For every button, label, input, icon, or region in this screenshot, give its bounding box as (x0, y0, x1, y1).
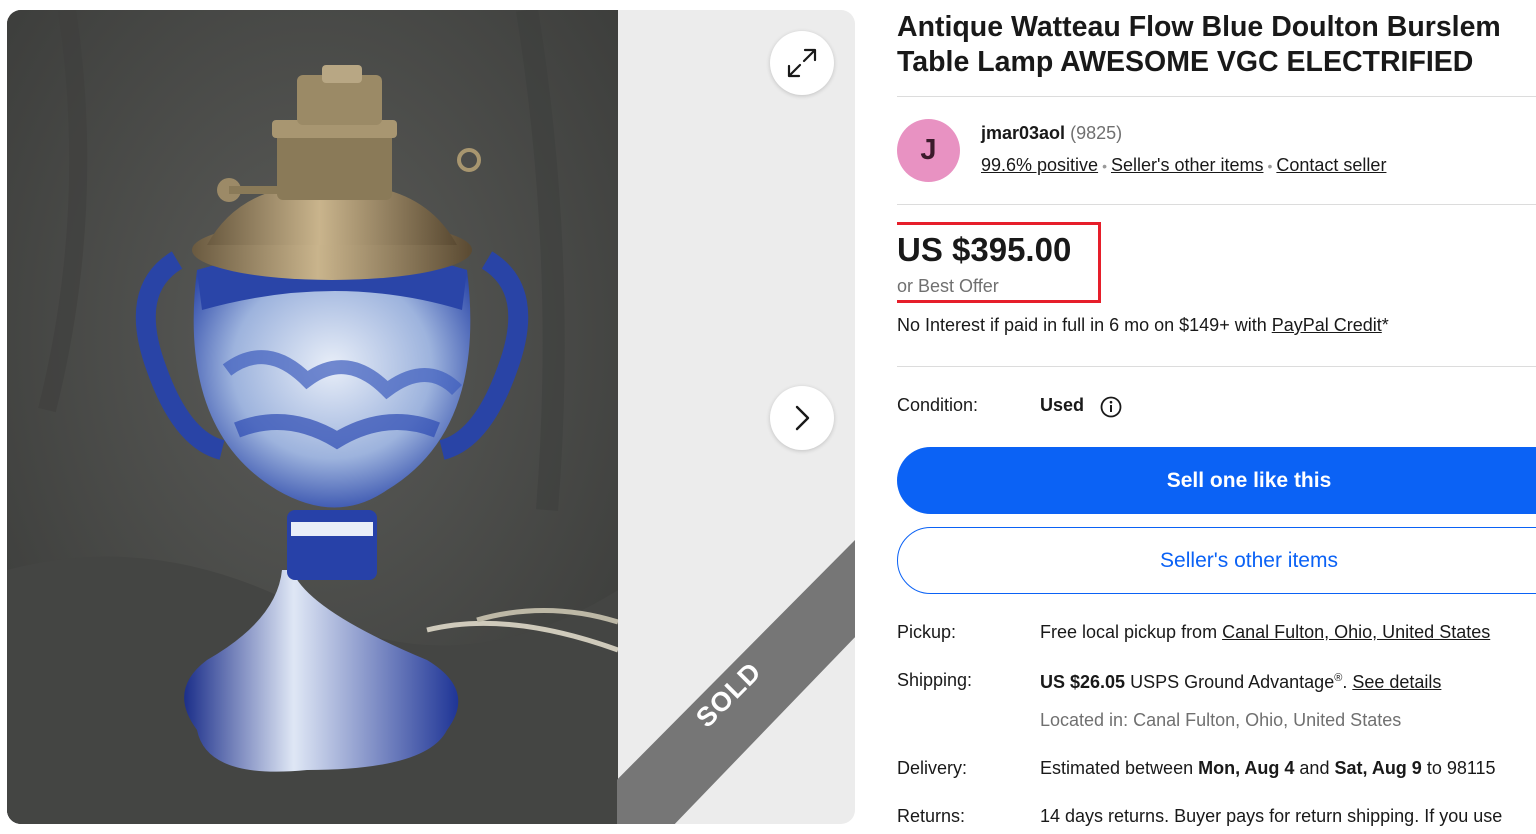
shipping-label: Shipping: (897, 670, 973, 690)
separator-dot: • (1102, 158, 1107, 174)
delivery-value: Estimated between Mon, Aug 4 and Sat, Au… (1040, 758, 1496, 779)
product-photo[interactable] (7, 10, 618, 824)
shipping-value: US $26.05 USPS Ground Advantage®. See de… (1040, 672, 1441, 693)
seller-links: 99.6% positive • Seller's other items • Cont… (981, 155, 1386, 176)
delivery-start: Mon, Aug 4 (1198, 758, 1295, 778)
financing-asterisk: * (1381, 315, 1389, 335)
sellers-other-items-button[interactable]: Seller's other items (897, 527, 1536, 594)
seller-other-items-link[interactable]: Seller's other items (1111, 155, 1264, 175)
seller-avatar[interactable]: J (897, 119, 960, 182)
delivery-and: and (1294, 758, 1335, 778)
chevron-right-icon (795, 405, 810, 431)
listing-title: Antique Watteau Flow Blue Doulton Bursle… (897, 10, 1536, 80)
see-details-link[interactable]: See details (1352, 672, 1441, 692)
listing-title-line-2: Table Lamp AWESOME VGC ELECTRIFIED (897, 46, 1474, 78)
expand-arrows-icon (787, 48, 817, 78)
listing-title-line-1: Antique Watteau Flow Blue Doulton Bursle… (897, 11, 1501, 43)
returns-label: Returns: (897, 806, 966, 826)
financing-text: No Interest if paid in full in 6 mo on $… (897, 315, 1272, 335)
divider (897, 204, 1536, 205)
expand-image-button[interactable] (770, 31, 834, 95)
seller-feedback-link[interactable]: 99.6% positive (981, 155, 1098, 175)
pickup-text: Free local pickup from (1040, 622, 1223, 642)
sellers-other-items-label: Seller's other items (1160, 548, 1338, 572)
item-location: Located in: Canal Fulton, Ohio, United S… (1040, 710, 1402, 730)
seller-name-link[interactable]: jmar03aol (981, 123, 1065, 143)
sell-one-like-this-button[interactable]: Sell one like this (897, 447, 1536, 514)
image-gallery: SOLD (7, 10, 855, 824)
item-details-panel: Antique Watteau Flow Blue Doulton Bursle… (897, 0, 1536, 834)
returns-value: 14 days returns. Buyer pays for return s… (1040, 806, 1503, 826)
delivery-zip: to 98115 (1421, 758, 1496, 778)
divider (897, 96, 1536, 97)
info-icon[interactable] (1100, 396, 1122, 418)
condition-value: Used (1040, 395, 1085, 415)
delivery-prefix: Estimated between (1040, 758, 1199, 778)
financing-info: No Interest if paid in full in 6 mo on $… (897, 315, 1389, 336)
condition-label: Condition: (897, 395, 979, 415)
contact-seller-link[interactable]: Contact seller (1276, 155, 1386, 175)
pickup-value: Free local pickup from Canal Fulton, Ohi… (1040, 622, 1490, 643)
shipping-cost: US $26.05 (1040, 672, 1126, 692)
shipping-service: USPS Ground Advantage (1125, 672, 1335, 692)
paypal-credit-link[interactable]: PayPal Credit (1272, 315, 1382, 335)
separator-dot: • (1267, 158, 1273, 174)
next-image-button[interactable] (770, 386, 834, 450)
best-offer-label: or Best Offer (897, 276, 999, 296)
shipping-period: . (1342, 672, 1353, 692)
pickup-location-link[interactable]: Canal Fulton, Ohio, United States (1222, 622, 1490, 642)
item-price: US $395.00 (897, 231, 1072, 268)
delivery-label: Delivery: (897, 758, 968, 778)
divider (897, 366, 1536, 367)
lamp-illustration (7, 10, 618, 824)
seller-feedback-count: (9825) (1070, 123, 1123, 143)
sell-one-like-this-label: Sell one like this (1166, 468, 1332, 492)
pickup-label: Pickup: (897, 622, 957, 642)
delivery-end: Sat, Aug 9 (1334, 758, 1422, 778)
avatar-initial: J (920, 134, 937, 166)
seller-info: jmar03aol (9825) (981, 123, 1122, 144)
